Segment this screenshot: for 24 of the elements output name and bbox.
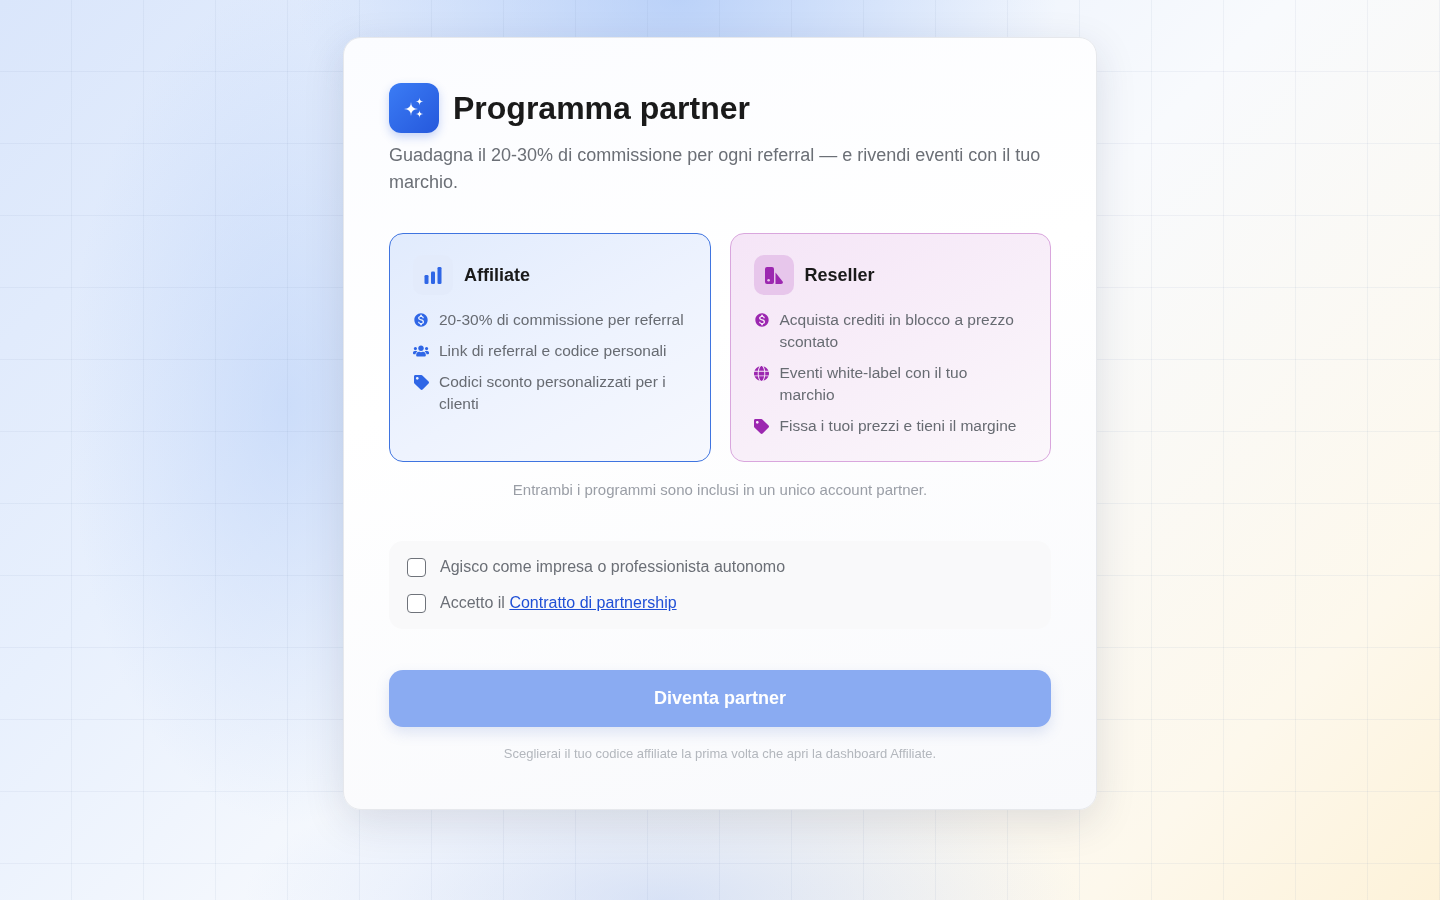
feature-text: Codici sconto personalizzati per i clienti — [439, 372, 667, 414]
tag-icon — [754, 418, 769, 434]
swatch-icon — [753, 255, 794, 295]
checkbox[interactable] — [407, 557, 426, 577]
feature-text: Fissa i tuoi prezzi e tieni il margine — [779, 416, 1017, 436]
dollar-coin-icon — [753, 311, 770, 329]
program-title: Affiliate — [464, 264, 530, 287]
agreement-link[interactable]: Contratto di partnership — [509, 594, 677, 611]
checkbox[interactable] — [407, 593, 426, 613]
sparkles-icon — [389, 83, 439, 133]
people-icon — [413, 343, 429, 359]
page-subtitle: Guadagna il 20-30% di commissione per ogni referral — e rivendi eventi con il tuo marchio. — [389, 144, 1042, 194]
globe-icon — [754, 365, 769, 381]
checkbox-label: Agisco come impresa o professionista autonomo — [440, 557, 786, 577]
program-title: Reseller — [804, 264, 875, 287]
tag-icon — [413, 374, 429, 390]
dollar-coin-icon — [413, 311, 429, 329]
page-title: Programma partner — [453, 89, 750, 128]
feature-text: Link di referral e codice personali — [439, 341, 667, 361]
feature-text: Acquista crediti in blocco a prezzo scontato — [779, 310, 1015, 352]
feature-text: Eventi white-label con il tuo marchio — [779, 363, 969, 405]
checkbox-label: Accetto il Contratto di partnership — [440, 593, 677, 613]
programs-note: Entrambi i programmi sono inclusi in un unico account partner. — [511, 480, 929, 500]
feature-text: 20-30% di commissione per referral — [439, 310, 684, 330]
